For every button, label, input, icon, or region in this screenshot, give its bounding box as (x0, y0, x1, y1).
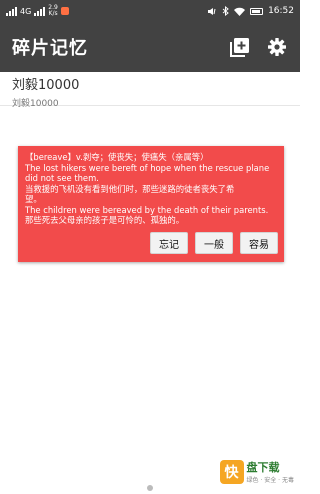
watermark: 快 盘下载 绿色 · 安全 · 无毒 (219, 459, 294, 484)
clock: 16:52 (268, 6, 294, 16)
watermark-text: 盘下载 绿色 · 安全 · 无毒 (247, 459, 294, 484)
forget-button[interactable]: 忘记 (150, 232, 188, 254)
card-example-zh-1a: 当救援的飞机没有看到他们时，那些迷路的徒者丧失了希 (25, 183, 235, 194)
settings-button[interactable] (266, 36, 288, 58)
status-left: 4G 2.9 K/s (6, 5, 69, 17)
mute-icon (208, 7, 216, 15)
status-bar: 4G 2.9 K/s 16:52 (0, 0, 300, 22)
card-example-zh-1b: 望。 (25, 194, 42, 204)
wifi-icon (234, 7, 246, 16)
battery-icon (250, 7, 264, 15)
watermark-name: 盘下载 (246, 461, 280, 474)
card-example-en-1a: The lost hikers were bereft of hope when… (25, 162, 270, 173)
card-example-en-2: The children were bereaved by the death … (25, 204, 269, 215)
home-indicator (147, 485, 153, 491)
app-actions (228, 36, 288, 58)
gear-icon (268, 38, 286, 56)
add-note-button[interactable] (228, 36, 250, 58)
bluetooth-icon (222, 6, 229, 16)
card-example-en-1b: did not see them. (25, 173, 99, 183)
signal-icon (6, 6, 17, 16)
entry-subtitle: 刘毅10000 (12, 99, 59, 109)
easy-button[interactable]: 容易 (240, 232, 278, 254)
entry-title: 刘毅10000 (12, 78, 80, 93)
list-item[interactable]: 刘毅10000 刘毅10000 (0, 72, 300, 109)
card-definition: 【bereave】v.剥夺；使丧失；使痛失（亲属等） (25, 152, 209, 162)
app-bar: 碎片记忆 (0, 22, 300, 72)
network-type: 4G (20, 6, 32, 16)
card-example-zh-2: 那些死去父母亲的孩子是可怜的、孤独的。 (25, 215, 185, 225)
rating-buttons: 忘记 一般 容易 (150, 232, 278, 254)
flashcard: 【bereave】v.剥夺；使丧失；使痛失（亲属等） The lost hike… (18, 146, 284, 262)
normal-button[interactable]: 一般 (195, 232, 233, 254)
add-note-icon (229, 37, 249, 57)
network-speed: 2.9 K/s (48, 5, 58, 17)
signal-icon-2 (34, 6, 46, 16)
watermark-slogan: 绿色 · 安全 · 无毒 (246, 477, 294, 484)
notification-app-icon (60, 7, 69, 15)
status-right: 16:52 (207, 6, 294, 16)
watermark-logo-icon: 快 (219, 459, 244, 484)
app-title: 碎片记忆 (12, 38, 88, 59)
speed-unit: K/s (48, 10, 58, 17)
